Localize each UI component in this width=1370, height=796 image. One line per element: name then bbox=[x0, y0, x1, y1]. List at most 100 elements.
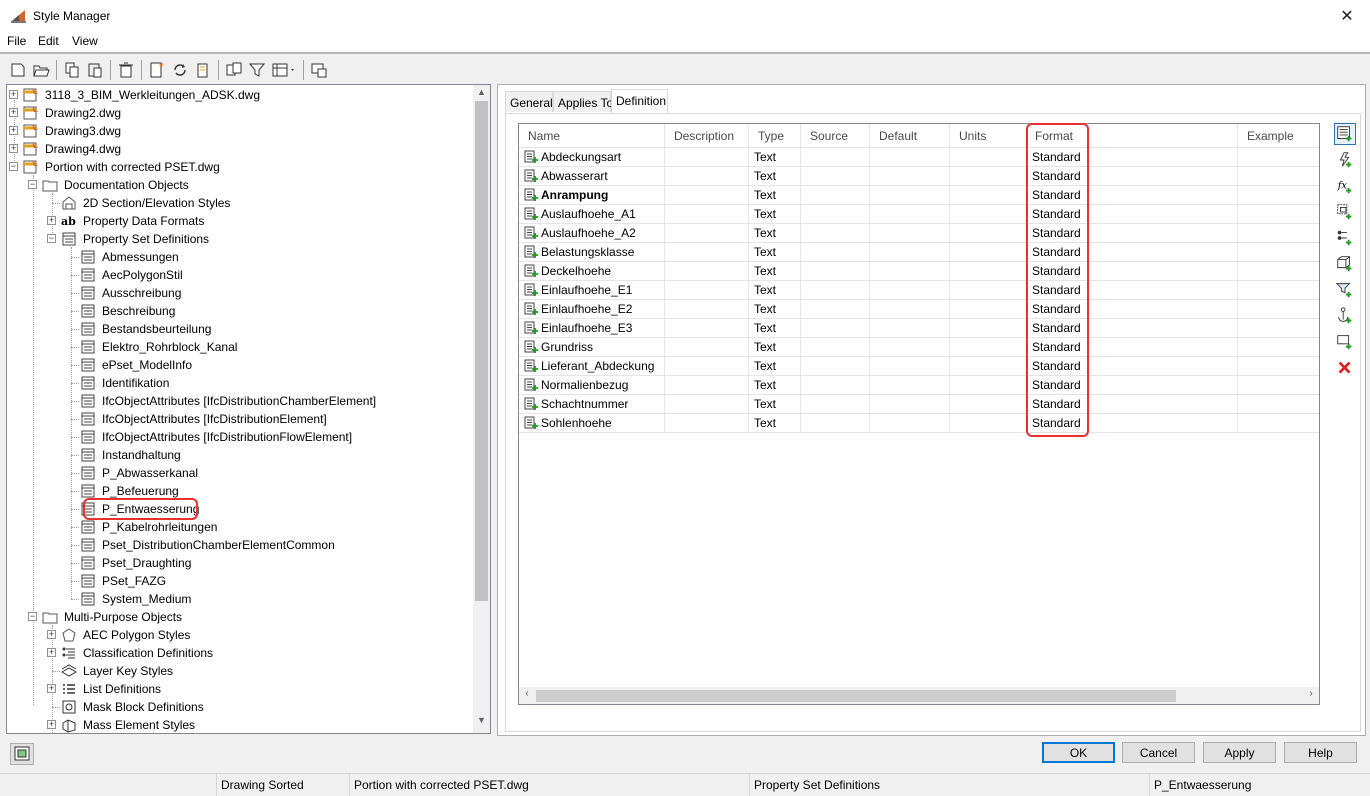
collapse-toggle[interactable]: − bbox=[28, 180, 37, 189]
cell-type[interactable]: Text bbox=[749, 243, 801, 262]
cell-source[interactable] bbox=[801, 224, 870, 243]
cancel-button[interactable]: Cancel bbox=[1122, 742, 1195, 763]
cell-source[interactable] bbox=[801, 167, 870, 186]
cell-name[interactable]: Abwasserart bbox=[519, 167, 665, 186]
menu-view[interactable]: View bbox=[72, 34, 98, 48]
table-row[interactable]: Abwasserart Text Standard bbox=[519, 167, 1319, 186]
ok-button[interactable]: OK bbox=[1042, 742, 1115, 763]
cell-description[interactable] bbox=[665, 148, 749, 167]
cell-units[interactable] bbox=[950, 224, 1028, 243]
table-row[interactable]: Auslaufhoehe_A2 Text Standard bbox=[519, 224, 1319, 243]
cell-description[interactable] bbox=[665, 186, 749, 205]
column-header-type[interactable]: Type bbox=[749, 124, 801, 148]
tree-item-property-set[interactable]: ePset_ModelInfo bbox=[80, 356, 194, 374]
delete-property-button[interactable] bbox=[1334, 357, 1356, 379]
collapse-toggle[interactable]: − bbox=[47, 234, 56, 243]
cell-units[interactable] bbox=[950, 395, 1028, 414]
grid-scroll-thumb[interactable] bbox=[536, 690, 1176, 702]
cell-type[interactable]: Text bbox=[749, 281, 801, 300]
cell-description[interactable] bbox=[665, 167, 749, 186]
menu-edit[interactable]: Edit bbox=[38, 34, 59, 48]
toggle-view-icon[interactable] bbox=[225, 61, 243, 79]
tree-item-property-set[interactable]: IfcObjectAttributes [IfcDistributionElem… bbox=[80, 410, 329, 428]
cell-type[interactable]: Text bbox=[749, 148, 801, 167]
cell-units[interactable] bbox=[950, 319, 1028, 338]
cell-example[interactable] bbox=[1238, 205, 1319, 224]
cell-source[interactable] bbox=[801, 262, 870, 281]
table-row[interactable]: Deckelhoehe Text Standard bbox=[519, 262, 1319, 281]
cell-description[interactable] bbox=[665, 357, 749, 376]
table-row[interactable]: Anrampung Text Standard bbox=[519, 186, 1319, 205]
tree-item-property-set[interactable]: Abmessungen bbox=[80, 248, 181, 266]
cell-name[interactable]: Anrampung bbox=[519, 186, 665, 205]
cell-example[interactable] bbox=[1238, 338, 1319, 357]
cell-description[interactable] bbox=[665, 243, 749, 262]
cell-default[interactable] bbox=[870, 414, 950, 433]
tree-item-mpo-category[interactable]: Mass Element Styles bbox=[61, 716, 197, 733]
cell-description[interactable] bbox=[665, 281, 749, 300]
cell-default[interactable] bbox=[870, 205, 950, 224]
cell-type[interactable]: Text bbox=[749, 186, 801, 205]
cell-description[interactable] bbox=[665, 395, 749, 414]
cell-name[interactable]: Normalienbezug bbox=[519, 376, 665, 395]
cell-example[interactable] bbox=[1238, 281, 1319, 300]
tree-item-property-set[interactable]: Bestandsbeurteilung bbox=[80, 320, 213, 338]
inline-edit-icon[interactable] bbox=[310, 61, 328, 79]
tree-item-mpo-category[interactable]: Layer Key Styles bbox=[60, 662, 175, 680]
expand-toggle[interactable]: + bbox=[47, 720, 56, 729]
tree-item-property-set[interactable]: P_Abwasserkanal bbox=[80, 464, 200, 482]
cell-default[interactable] bbox=[870, 148, 950, 167]
cell-type[interactable]: Text bbox=[749, 300, 801, 319]
cell-default[interactable] bbox=[870, 281, 950, 300]
tree-item-property-set[interactable]: Instandhaltung bbox=[80, 446, 183, 464]
cell-type[interactable]: Text bbox=[749, 224, 801, 243]
cell-type[interactable]: Text bbox=[749, 414, 801, 433]
tree-item-mpo-category[interactable]: AEC Polygon Styles bbox=[61, 626, 192, 644]
cell-example[interactable] bbox=[1238, 262, 1319, 281]
cell-type[interactable]: Text bbox=[749, 395, 801, 414]
add-graphic-property-button[interactable] bbox=[1334, 331, 1356, 353]
cell-default[interactable] bbox=[870, 357, 950, 376]
tree-item-property-set[interactable]: IfcObjectAttributes [IfcDistributionFlow… bbox=[80, 428, 354, 446]
cell-example[interactable] bbox=[1238, 243, 1319, 262]
tree-item-property-set[interactable]: Pset_Draughting bbox=[80, 554, 193, 572]
cell-name[interactable]: Deckelhoehe bbox=[519, 262, 665, 281]
copy-icon[interactable] bbox=[63, 61, 81, 79]
cell-name[interactable]: Grundriss bbox=[519, 338, 665, 357]
add-manual-property-button[interactable] bbox=[1334, 123, 1356, 145]
scroll-down-arrow[interactable]: ▼ bbox=[473, 715, 490, 731]
expand-toggle[interactable]: + bbox=[47, 684, 56, 693]
table-row[interactable]: Einlaufhoehe_E2 Text Standard bbox=[519, 300, 1319, 319]
tree-item-property-set[interactable]: P_Kabelrohrleitungen bbox=[80, 518, 219, 536]
property-definition-grid[interactable]: Name Description Type Source Default Uni… bbox=[518, 123, 1320, 705]
tree-item-property-set[interactable]: System_Medium bbox=[80, 590, 193, 608]
cell-source[interactable] bbox=[801, 395, 870, 414]
expand-toggle[interactable]: + bbox=[47, 216, 56, 225]
cell-name[interactable]: Belastungsklasse bbox=[519, 243, 665, 262]
tree-item-documentation-objects[interactable]: Documentation Objects bbox=[42, 176, 191, 194]
cell-example[interactable] bbox=[1238, 300, 1319, 319]
cell-name[interactable]: Abdeckungsart bbox=[519, 148, 665, 167]
menu-file[interactable]: File bbox=[7, 34, 26, 48]
cell-example[interactable] bbox=[1238, 148, 1319, 167]
scroll-right-arrow[interactable]: › bbox=[1303, 688, 1319, 699]
cell-description[interactable] bbox=[665, 224, 749, 243]
cell-type[interactable]: Text bbox=[749, 167, 801, 186]
tree-item-property-set[interactable]: Beschreibung bbox=[80, 302, 177, 320]
tree-item-mpo-category[interactable]: Classification Definitions bbox=[61, 644, 215, 662]
cell-source[interactable] bbox=[801, 414, 870, 433]
cell-default[interactable] bbox=[870, 224, 950, 243]
cell-name[interactable]: Einlaufhoehe_E1 bbox=[519, 281, 665, 300]
synchronize-icon[interactable] bbox=[171, 61, 189, 79]
help-button[interactable]: Help bbox=[1284, 742, 1357, 763]
cell-source[interactable] bbox=[801, 281, 870, 300]
cell-example[interactable] bbox=[1238, 376, 1319, 395]
cell-example[interactable] bbox=[1238, 186, 1319, 205]
cell-units[interactable] bbox=[950, 148, 1028, 167]
cell-source[interactable] bbox=[801, 319, 870, 338]
tree-item-mpo-category[interactable]: Mask Block Definitions bbox=[61, 698, 206, 716]
cell-default[interactable] bbox=[870, 300, 950, 319]
cell-units[interactable] bbox=[950, 243, 1028, 262]
cell-source[interactable] bbox=[801, 243, 870, 262]
cell-description[interactable] bbox=[665, 205, 749, 224]
